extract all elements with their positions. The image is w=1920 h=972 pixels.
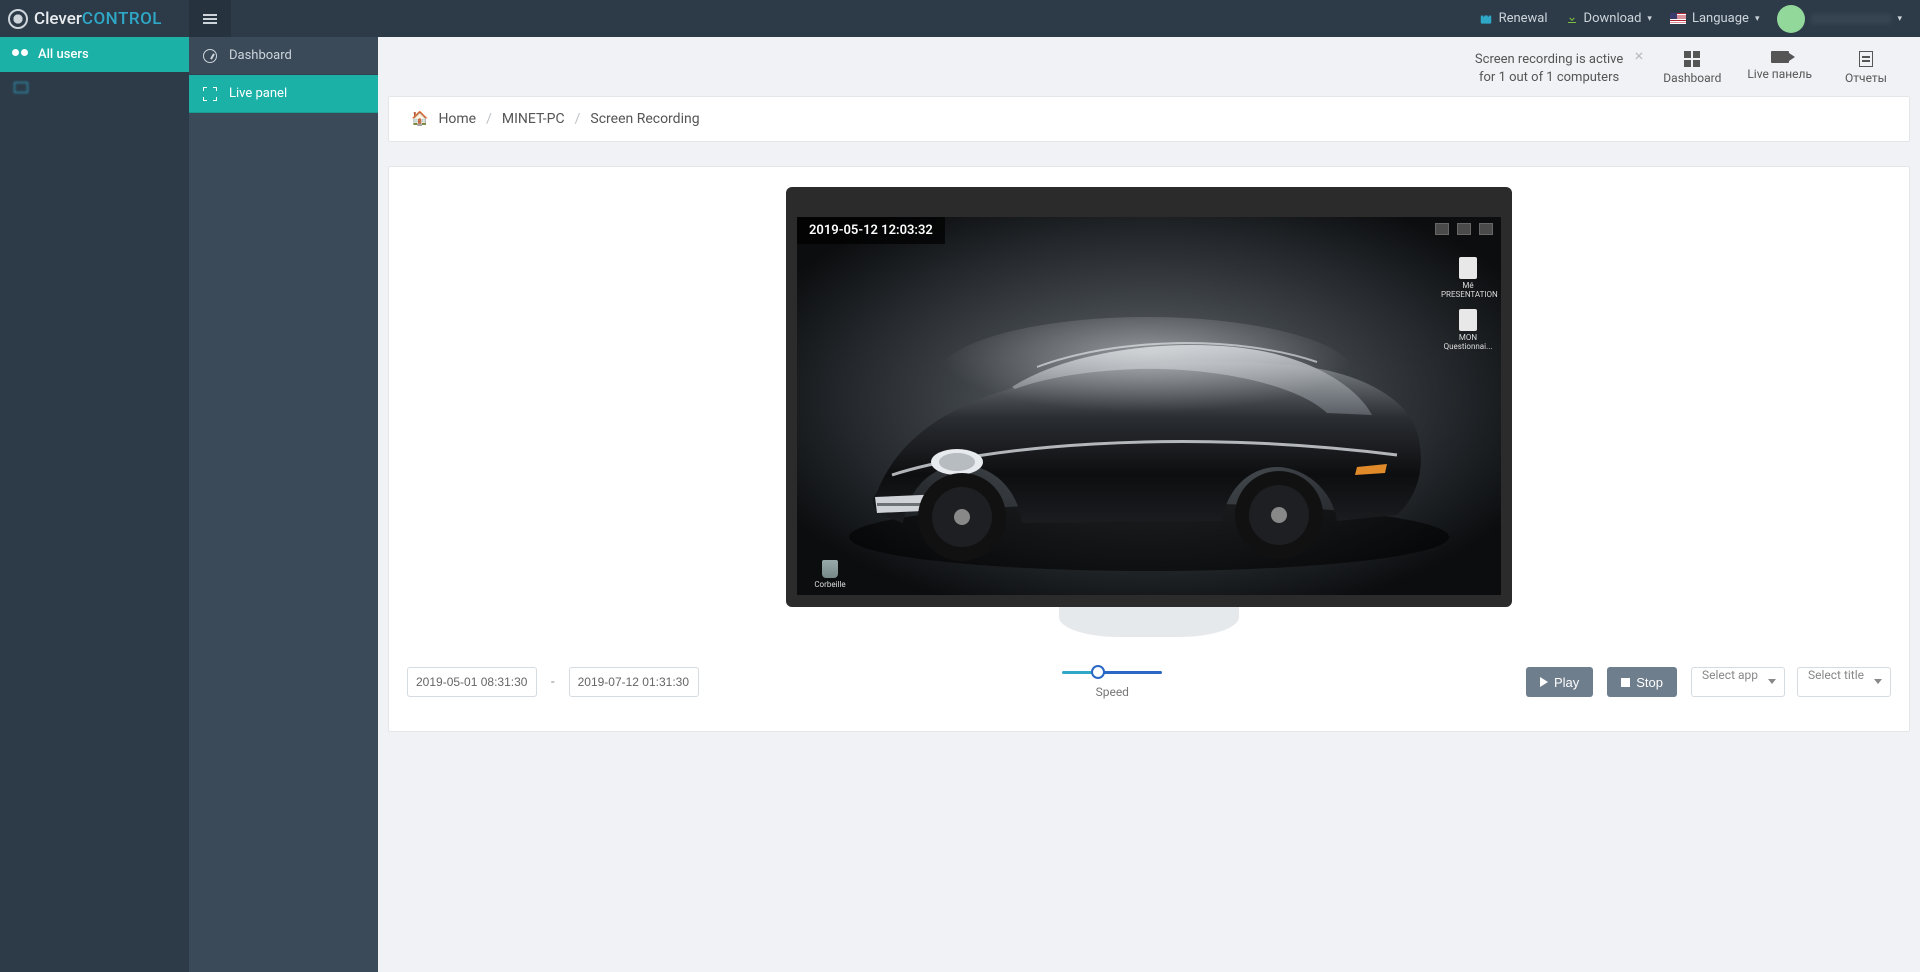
odometer-icon (203, 49, 217, 63)
date-to-input[interactable] (569, 667, 699, 697)
brand-text-1: Clever (34, 9, 82, 29)
top-navbar: CleverCONTROL Renewal Download ▾ Languag… (0, 0, 1920, 37)
window-close-icon (1479, 223, 1493, 235)
tool-live-panel[interactable]: Live панель (1747, 51, 1812, 81)
recording-timestamp: 2019-05-12 12:03:32 (797, 217, 945, 244)
desktop-icon-questionnaire: MON Questionnai... (1441, 309, 1495, 351)
chevron-down-icon: ▾ (1897, 14, 1902, 24)
alert-close-button[interactable]: × (1635, 45, 1644, 67)
tool-live-panel-label: Live панель (1747, 67, 1812, 81)
stop-button[interactable]: Stop (1607, 667, 1677, 697)
renewal-link[interactable]: Renewal (1479, 11, 1548, 26)
monitor-stand (1059, 605, 1239, 637)
breadcrumb-sep: / (575, 111, 581, 127)
alert-line2: for 1 out of 1 computers (1479, 70, 1619, 85)
breadcrumb-sep: / (486, 111, 492, 127)
recording-status-alert: Screen recording is active for 1 out of … (1475, 51, 1637, 86)
download-icon (1566, 13, 1578, 25)
wallpaper-image (797, 217, 1501, 595)
chevron-down-icon: ▾ (1647, 14, 1652, 24)
speed-label: Speed (1096, 685, 1129, 699)
users-icon (12, 49, 28, 61)
window-minimize-icon (1435, 223, 1449, 235)
stop-label: Stop (1636, 675, 1663, 690)
stop-icon (1621, 678, 1630, 687)
sidebar-toggle-button[interactable] (189, 0, 231, 37)
select-title-label: Select title (1808, 668, 1864, 682)
play-icon (1540, 677, 1548, 687)
breadcrumb-current: Screen Recording (590, 111, 699, 127)
secondary-sidebar: Dashboard Live panel (189, 37, 378, 972)
sidebar-computer-entry[interactable] (0, 72, 189, 88)
user-menu[interactable]: ▾ (1777, 5, 1902, 33)
home-icon: 🏠 (411, 111, 428, 127)
main-content: Screen recording is active for 1 out of … (378, 37, 1920, 972)
language-menu[interactable]: Language ▾ (1670, 11, 1760, 26)
page-toolbar: Screen recording is active for 1 out of … (388, 37, 1910, 96)
renewal-icon (1479, 12, 1493, 26)
all-users-label: All users (38, 47, 89, 62)
chevron-down-icon: ▾ (1755, 14, 1760, 24)
brand-text-2: CONTROL (82, 9, 162, 29)
corners-icon (203, 87, 217, 101)
chevron-down-icon (1874, 679, 1882, 684)
hamburger-icon (203, 14, 217, 24)
tool-reports[interactable]: Отчеты (1838, 51, 1894, 85)
play-button[interactable]: Play (1526, 667, 1593, 697)
desktop-icon-corbeille: Corbeille (803, 560, 857, 589)
desktop-icon-presentation: Mé PRESENTATION (1441, 257, 1495, 299)
select-app-label: Select app (1702, 668, 1758, 682)
speed-slider[interactable] (1062, 665, 1162, 679)
breadcrumb-pc[interactable]: MINET-PC (502, 111, 565, 127)
user-name (1811, 14, 1891, 24)
select-title-dropdown[interactable]: Select title (1797, 667, 1891, 697)
window-maximize-icon (1457, 223, 1471, 235)
tool-dashboard-label: Dashboard (1663, 71, 1721, 85)
download-menu[interactable]: Download ▾ (1566, 11, 1652, 26)
dashboard-item-label: Dashboard (229, 48, 292, 63)
breadcrumb-home[interactable]: Home (438, 111, 476, 127)
playback-controls: - Speed Play Stop (389, 653, 1909, 711)
language-label: Language (1692, 11, 1749, 26)
desktop-icon-label: Mé PRESENTATION (1441, 281, 1498, 299)
brand-logo[interactable]: CleverCONTROL (0, 9, 189, 29)
grid-icon (1684, 51, 1700, 67)
recording-panel: 2019-05-12 12:03:32 Mé PRESENTATION MON … (388, 166, 1910, 732)
flag-us-icon (1670, 13, 1686, 24)
live-panel-item-label: Live panel (229, 86, 287, 101)
renewal-label: Renewal (1499, 11, 1548, 26)
breadcrumb: 🏠 Home / MINET-PC / Screen Recording (388, 96, 1910, 142)
primary-sidebar: All users (0, 37, 189, 972)
play-label: Play (1554, 675, 1579, 690)
window-controls (1435, 223, 1493, 235)
desktop-icon-label: Corbeille (814, 580, 845, 589)
camera-icon (1771, 51, 1789, 63)
document-icon (1859, 51, 1873, 67)
tool-dashboard[interactable]: Dashboard (1663, 51, 1721, 85)
recording-screen[interactable]: 2019-05-12 12:03:32 Mé PRESENTATION MON … (797, 217, 1501, 595)
sidebar-item-live-panel[interactable]: Live panel (189, 75, 378, 113)
date-from-input[interactable] (407, 667, 537, 697)
sidebar-item-dashboard[interactable]: Dashboard (189, 37, 378, 75)
sidebar-item-all-users[interactable]: All users (0, 37, 189, 72)
download-label: Download (1584, 11, 1642, 26)
alert-line1: Screen recording is active (1475, 52, 1623, 67)
chevron-down-icon (1768, 679, 1776, 684)
desktop-icon-label: MON Questionnai... (1444, 333, 1493, 351)
brand-icon (8, 9, 28, 29)
date-range-separator: - (551, 675, 555, 690)
tool-reports-label: Отчеты (1845, 71, 1887, 85)
avatar (1777, 5, 1805, 33)
select-app-dropdown[interactable]: Select app (1691, 667, 1785, 697)
slider-thumb[interactable] (1091, 665, 1105, 679)
monitor-preview: 2019-05-12 12:03:32 Mé PRESENTATION MON … (786, 187, 1512, 637)
